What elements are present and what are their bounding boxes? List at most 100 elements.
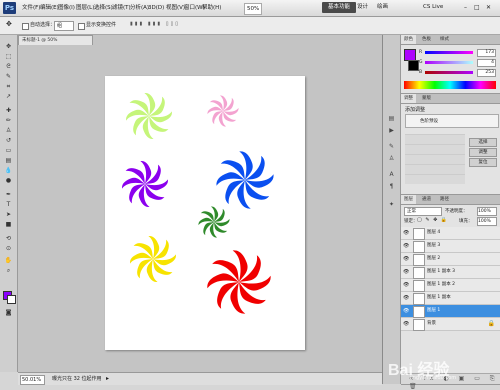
menu-view[interactable]: 视图(V) [166,3,185,13]
adjust-adjust-button[interactable]: 调整 [469,148,497,157]
menu-analysis[interactable]: 分析(A) [130,3,149,13]
adjust-select-button[interactable]: 选择 [469,138,497,147]
gradient-tool-icon[interactable]: ▤ [4,157,13,164]
workspace-painting-button[interactable]: 绘画 [377,2,388,13]
paragraph-icon[interactable]: ¶ [387,183,396,191]
show-transform-checkbox[interactable] [78,23,85,30]
visibility-eye-icon[interactable]: 👁 [403,230,409,236]
opacity-field[interactable]: 100% [477,207,497,216]
visibility-eye-icon[interactable]: 👁 [403,321,409,327]
quick-select-tool-icon[interactable]: ✎ [4,73,13,80]
layer-row[interactable]: 👁 图层 4 [401,227,500,240]
fill-field[interactable]: 100% [477,217,497,226]
move-tool-icon[interactable]: ✥ [4,43,13,50]
brush-tool-icon[interactable]: ✏ [4,117,13,124]
eraser-tool-icon[interactable]: ▭ [4,147,13,154]
green-value-field[interactable]: 4 [477,59,496,67]
layer-row[interactable]: 👁 图层 1 副本 [401,292,500,305]
blue-value-field[interactable]: 253 [477,69,496,77]
green-slider[interactable]: G 4 [419,59,496,67]
marquee-tool-icon[interactable]: ⬚ [4,53,13,60]
history-icon[interactable]: ▤ [387,115,396,123]
hand-tool-icon[interactable]: ✋ [4,257,13,264]
document-tab[interactable]: 未标题-1 @ 50% [18,35,93,45]
blue-track[interactable] [425,71,473,74]
tab-channels[interactable]: 通道 [419,195,434,204]
red-track[interactable] [425,51,473,54]
crop-tool-icon[interactable]: ⌗ [4,83,13,90]
workspace-design-button[interactable]: 设计 [357,2,368,13]
zoom-tool-icon[interactable]: ⌕ [4,267,13,274]
layer-row[interactable]: 👁 图层 3 [401,240,500,253]
auto-select-target-select[interactable]: 组 [54,21,74,31]
adjust-reset-button[interactable]: 复位 [469,158,497,167]
menu-help[interactable]: 帮助(H) [202,3,221,13]
canvas[interactable] [105,76,305,350]
menu-filter[interactable]: 滤镜(T) [112,3,131,13]
menu-file[interactable]: 文件(F) [22,3,40,13]
quick-mask-icon[interactable]: ◙ [4,309,13,316]
green-track[interactable] [425,61,473,64]
tab-swatches[interactable]: 色板 [419,35,434,44]
visibility-eye-icon[interactable]: 👁 [403,295,409,301]
shape-tool-icon[interactable]: ■ [4,221,13,228]
status-arrow-icon[interactable]: ▸ [106,375,109,383]
minimize-icon[interactable]: – [464,2,467,13]
zoom-level-select[interactable]: 50% [244,3,263,15]
layer-row[interactable]: 👁 背景 🔒 [401,318,500,331]
background-color-swatch[interactable] [7,295,16,304]
menu-select[interactable]: 选择(S) [94,3,113,13]
path-select-tool-icon[interactable]: ➤ [4,211,13,218]
adjustment-icon-grid[interactable] [405,134,465,184]
actions-icon[interactable]: ▶ [387,127,396,135]
clone-stamp-tool-icon[interactable]: ♙ [4,127,13,134]
cs-live-button[interactable]: CS Live [423,2,443,13]
layer-row[interactable]: 👁 图层 1 副本 2 [401,279,500,292]
tab-masks[interactable]: 蒙版 [419,94,434,103]
lasso-tool-icon[interactable]: ᘓ [4,63,13,70]
background-color-swatch[interactable] [408,60,419,71]
tab-paths[interactable]: 路径 [437,195,452,204]
layer-row[interactable]: 👁 图层 1 副本 3 [401,266,500,279]
levels-preset-select[interactable]: 色阶预设 [405,114,499,128]
blur-tool-icon[interactable]: 💧 [4,167,13,174]
history-brush-tool-icon[interactable]: ↺ [4,137,13,144]
pen-tool-icon[interactable]: ✒ [4,191,13,198]
tab-color[interactable]: 颜色 [401,35,416,44]
red-value-field[interactable]: 173 [477,49,496,57]
visibility-eye-icon[interactable]: 👁 [403,282,409,288]
close-icon[interactable]: ✕ [486,2,491,13]
layer-row[interactable]: 👁 图层 2 [401,253,500,266]
character-icon[interactable]: A [387,171,396,179]
tab-styles[interactable]: 样式 [437,35,452,44]
brush-panel-icon[interactable]: ✎ [387,143,396,151]
eyedropper-tool-icon[interactable]: ↗ [4,93,13,100]
align-buttons[interactable]: ▮▮▮ ▮▮▮ ▯▯▯ [130,21,180,27]
tool-presets-icon[interactable]: ✦ [387,201,396,209]
3d-camera-tool-icon[interactable]: ⊙ [4,245,13,252]
move-tool-icon[interactable]: ✥ [6,20,12,28]
auto-select-checkbox[interactable] [22,23,29,30]
clone-source-icon[interactable]: ♙ [387,155,396,163]
visibility-eye-icon[interactable]: 👁 [403,308,409,314]
maximize-icon[interactable]: □ [474,2,480,13]
visibility-eye-icon[interactable]: 👁 [403,269,409,275]
healing-brush-tool-icon[interactable]: ✚ [4,107,13,114]
blue-slider[interactable]: B 253 [419,69,496,77]
menu-3d[interactable]: 3D(D) [148,3,164,13]
color-ramp[interactable] [404,81,496,89]
visibility-eye-icon[interactable]: 👁 [403,256,409,262]
menu-edit[interactable]: 编辑(E) [40,3,59,13]
tab-adjustments[interactable]: 调整 [401,94,416,103]
red-slider[interactable]: R 173 [419,49,496,57]
lock-icons[interactable]: ▢ ✎ ✥ 🔒 [417,217,448,223]
type-tool-icon[interactable]: T [4,201,13,208]
3d-rotate-tool-icon[interactable]: ⟲ [4,235,13,242]
blend-mode-select[interactable]: 正常 [404,207,442,216]
tab-layers[interactable]: 图层 [401,195,416,204]
visibility-eye-icon[interactable]: 👁 [403,243,409,249]
menu-layer[interactable]: 图层(L) [76,3,94,13]
layer-row-selected[interactable]: 👁 图层 1 [401,305,500,318]
dodge-tool-icon[interactable]: ● [4,177,13,184]
menu-image[interactable]: 图像(I) [58,3,75,13]
